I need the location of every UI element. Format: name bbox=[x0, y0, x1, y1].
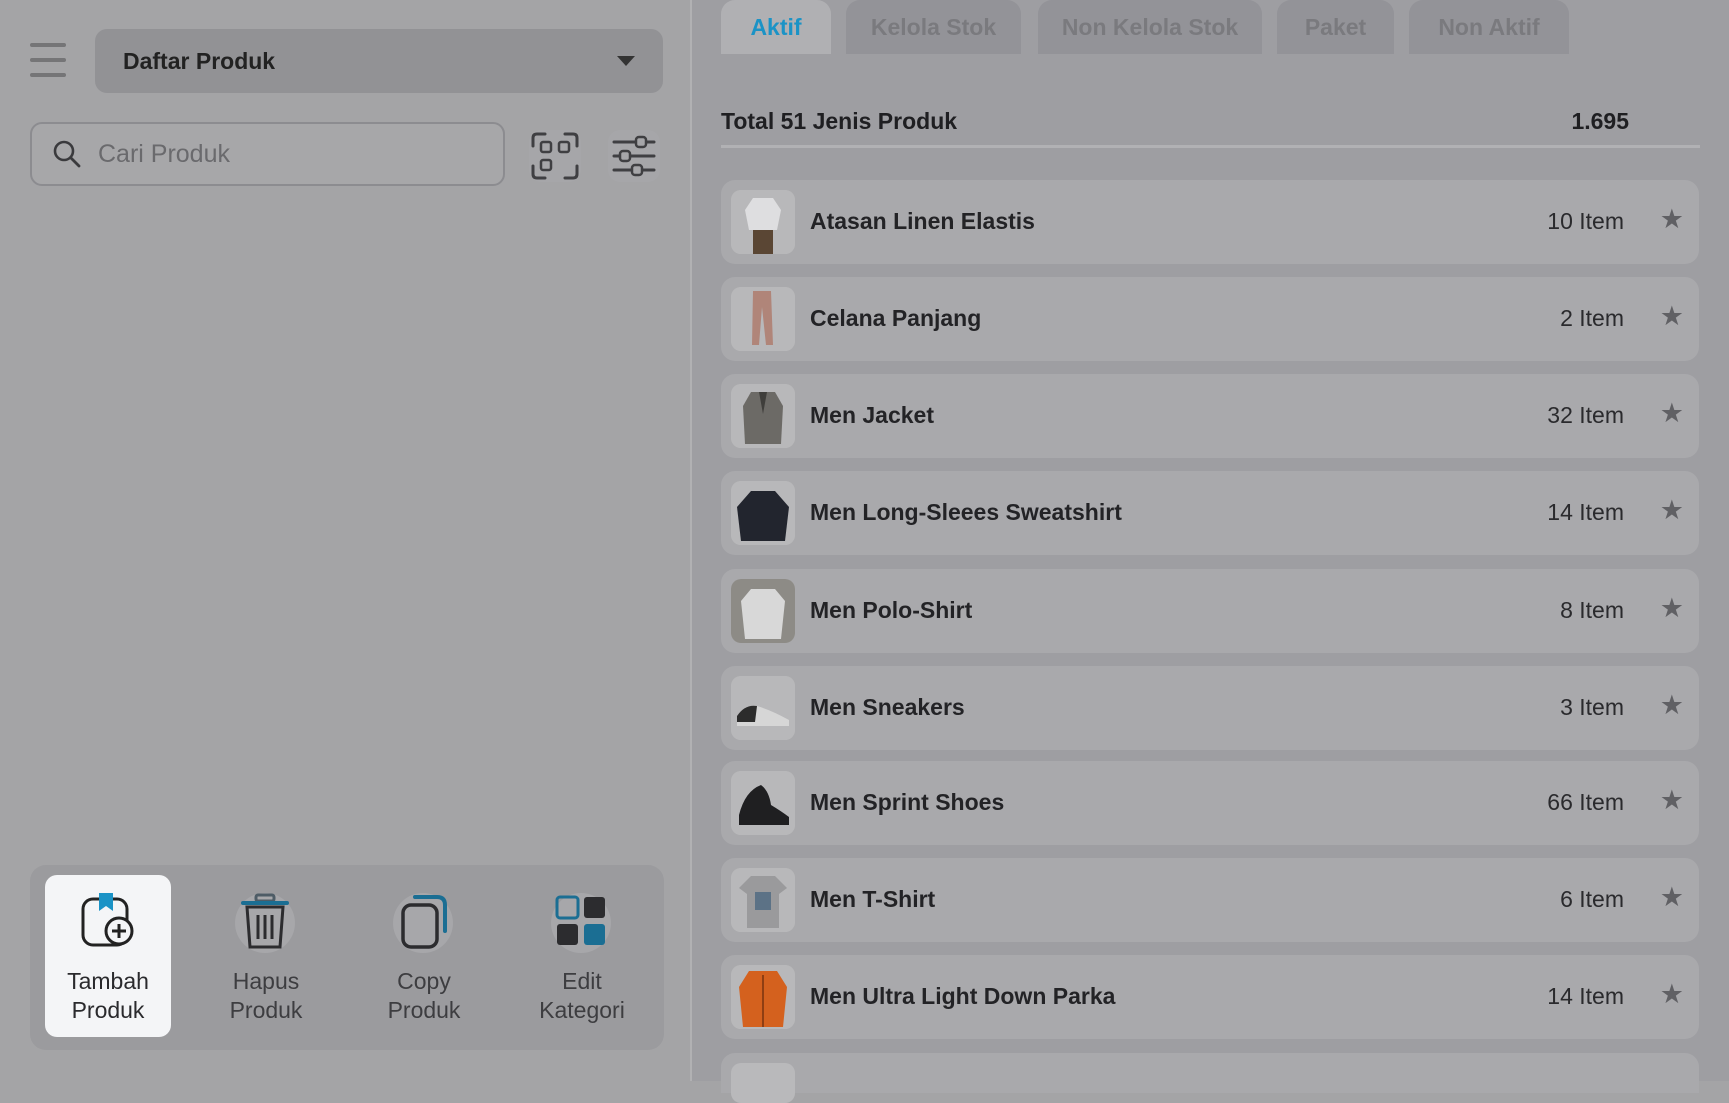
star-icon[interactable]: ★ bbox=[1660, 979, 1684, 1010]
view-dropdown[interactable]: Daftar Produk bbox=[95, 29, 663, 93]
category-grid-icon bbox=[551, 893, 611, 953]
add-product-button[interactable]: Tambah Produk bbox=[45, 875, 171, 1037]
filter-sliders-icon[interactable] bbox=[606, 128, 662, 184]
product-name: Celana Panjang bbox=[810, 305, 982, 331]
product-count: 3 Item bbox=[1560, 694, 1624, 720]
star-icon[interactable]: ★ bbox=[1660, 398, 1684, 429]
add-product-label: Tambah Produk bbox=[67, 968, 149, 1023]
dropdown-label: Daftar Produk bbox=[123, 47, 276, 74]
star-icon[interactable]: ★ bbox=[1660, 204, 1684, 235]
total-items-value: 1.695 bbox=[1571, 108, 1629, 134]
product-row[interactable]: Men Long-Sleees Sweatshirt 14 Item ★ bbox=[721, 471, 1699, 555]
sweatshirt-thumbnail bbox=[731, 481, 795, 545]
trash-icon bbox=[235, 893, 295, 953]
copy-product-button[interactable]: Copy Produk bbox=[361, 875, 487, 1037]
product-name: Atasan Linen Elastis bbox=[810, 208, 1035, 234]
product-row[interactable]: Men Sneakers 3 Item ★ bbox=[721, 666, 1699, 750]
tab-non-kelola-stok[interactable]: Non Kelola Stok bbox=[1038, 0, 1262, 54]
star-icon[interactable]: ★ bbox=[1660, 882, 1684, 913]
pants-thumbnail bbox=[731, 287, 795, 351]
t-shirt-thumbnail bbox=[731, 868, 795, 932]
blouse-thumbnail bbox=[731, 190, 795, 254]
star-icon[interactable]: ★ bbox=[1660, 301, 1684, 332]
product-name: Men Polo-Shirt bbox=[810, 597, 973, 623]
product-name: Men Ultra Light Down Parka bbox=[810, 983, 1116, 1009]
product-name: Men T-Shirt bbox=[810, 886, 936, 912]
polo-shirt-thumbnail bbox=[731, 579, 795, 643]
product-count: 32 Item bbox=[1547, 402, 1624, 428]
action-bar: Tambah Produk Hapus Produk Copy Produk E… bbox=[30, 865, 664, 1050]
tab-aktif[interactable]: Aktif bbox=[721, 0, 831, 54]
delete-product-label: Hapus Produk bbox=[229, 968, 303, 1023]
product-row[interactable]: Men Polo-Shirt 8 Item ★ bbox=[721, 569, 1699, 653]
edit-category-button[interactable]: Edit Kategori bbox=[519, 875, 645, 1037]
product-row-partial[interactable] bbox=[721, 1053, 1699, 1103]
product-count: 6 Item bbox=[1560, 886, 1624, 912]
product-row[interactable]: Men Ultra Light Down Parka 14 Item ★ bbox=[721, 955, 1699, 1039]
product-count: 2 Item bbox=[1560, 305, 1624, 331]
star-icon[interactable]: ★ bbox=[1660, 593, 1684, 624]
add-product-icon bbox=[81, 893, 134, 947]
copy-product-label: Copy Produk bbox=[387, 968, 461, 1023]
product-count: 14 Item bbox=[1547, 983, 1624, 1009]
product-count: 8 Item bbox=[1560, 597, 1624, 623]
search-box[interactable] bbox=[30, 122, 505, 186]
product-row[interactable]: Men T-Shirt 6 Item ★ bbox=[721, 858, 1699, 942]
product-name: Men Jacket bbox=[810, 402, 935, 428]
product-count: 10 Item bbox=[1547, 208, 1624, 234]
jacket-thumbnail bbox=[731, 384, 795, 448]
star-icon[interactable]: ★ bbox=[1660, 690, 1684, 721]
sneakers-thumbnail bbox=[731, 676, 795, 740]
edit-category-label: Edit Kategori bbox=[539, 968, 625, 1023]
search-icon bbox=[53, 140, 81, 168]
star-icon[interactable]: ★ bbox=[1660, 495, 1684, 526]
copy-icon bbox=[393, 893, 453, 953]
tab-non-aktif[interactable]: Non Aktif bbox=[1409, 0, 1569, 54]
product-row[interactable]: Men Jacket 32 Item ★ bbox=[721, 374, 1699, 458]
product-row[interactable]: Celana Panjang 2 Item ★ bbox=[721, 277, 1699, 361]
tab-kelola-stok[interactable]: Kelola Stok bbox=[846, 0, 1021, 54]
barcode-scan-icon[interactable] bbox=[527, 128, 583, 184]
sprint-shoes-thumbnail bbox=[731, 771, 795, 835]
product-name: Men Sprint Shoes bbox=[810, 789, 1005, 815]
product-row[interactable]: Atasan Linen Elastis 10 Item ★ bbox=[721, 180, 1699, 264]
summary-divider bbox=[721, 145, 1700, 148]
product-thumbnail bbox=[731, 1063, 795, 1103]
parka-thumbnail bbox=[731, 965, 795, 1029]
tab-paket[interactable]: Paket bbox=[1277, 0, 1394, 54]
caret-down-icon bbox=[617, 56, 635, 66]
search-input[interactable] bbox=[96, 138, 480, 170]
menu-icon[interactable] bbox=[30, 43, 66, 79]
total-products-label: Total 51 Jenis Produk bbox=[721, 108, 958, 134]
delete-product-button[interactable]: Hapus Produk bbox=[203, 875, 329, 1037]
star-icon[interactable]: ★ bbox=[1660, 785, 1684, 816]
summary-row: Total 51 Jenis Produk 1.695 bbox=[721, 100, 1629, 140]
product-name: Men Long-Sleees Sweatshirt bbox=[810, 499, 1122, 525]
product-count: 14 Item bbox=[1547, 499, 1624, 525]
product-name: Men Sneakers bbox=[810, 694, 965, 720]
product-row[interactable]: Men Sprint Shoes 66 Item ★ bbox=[721, 761, 1699, 845]
product-count: 66 Item bbox=[1547, 789, 1624, 815]
